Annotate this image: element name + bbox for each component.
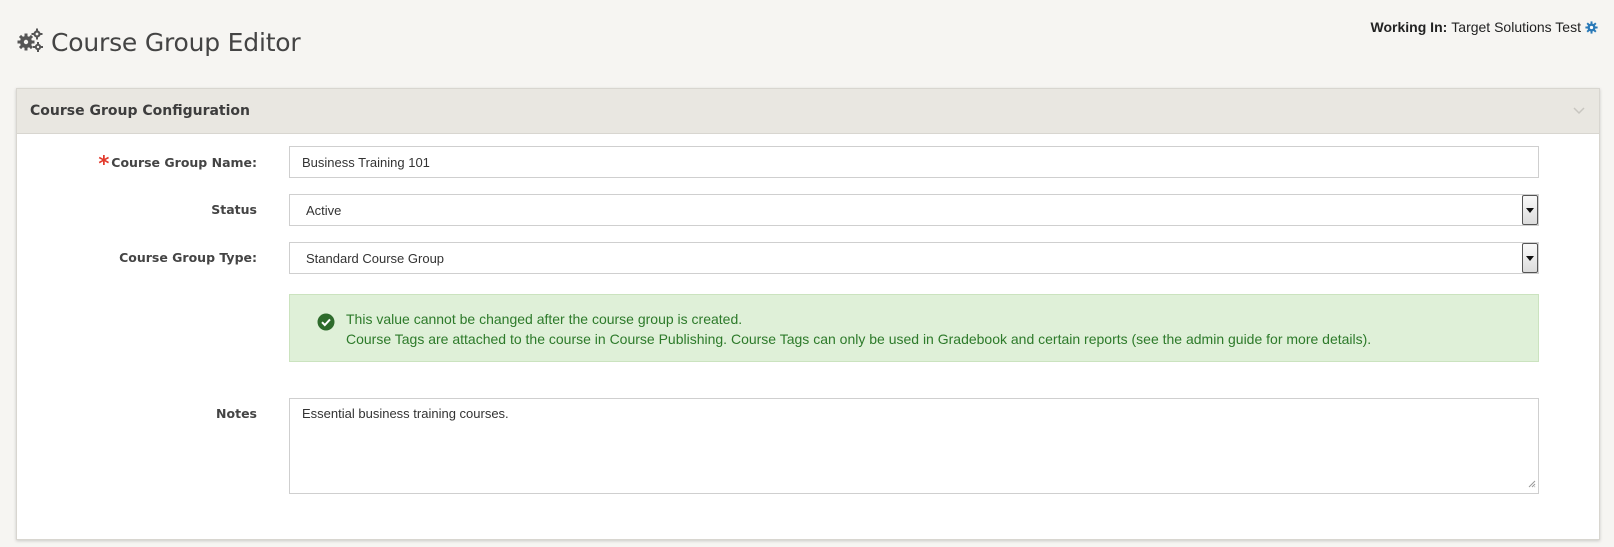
page-title: Course Group Editor [51,28,301,57]
notes-value: Essential business training courses. [302,406,509,421]
course-group-type-label: Course Group Type: [119,250,257,265]
alert-line-1: This value cannot be changed after the c… [346,311,743,327]
info-alert: This value cannot be changed after the c… [289,294,1539,362]
working-in: Working In: Target Solutions Test [1371,19,1598,35]
notes-label: Notes [216,406,257,421]
status-select[interactable]: Active [289,194,1539,226]
notes-textarea[interactable]: Essential business training courses. [289,398,1539,494]
status-value: Active [306,202,342,218]
dropdown-arrow-icon[interactable] [1522,243,1538,273]
working-in-label: Working In: [1370,19,1448,35]
panel-title: Course Group Configuration [30,103,250,119]
panel-header[interactable]: Course Group Configuration [17,89,1599,134]
course-group-name-value: Business Training 101 [302,154,430,170]
status-label: Status [211,202,257,217]
alert-line-2: Course Tags are attached to the course i… [346,331,1372,347]
course-group-name-input[interactable]: Business Training 101 [289,146,1539,178]
dropdown-arrow-icon[interactable] [1522,195,1538,225]
page-header: Course Group Editor [17,28,301,57]
check-circle-icon [317,313,335,334]
resize-grip-icon[interactable] [1528,476,1536,491]
gears-icon [17,28,43,57]
gear-icon[interactable] [1585,20,1598,34]
required-marker: * [98,152,110,176]
course-group-name-label: * Course Group Name: [98,152,257,176]
working-in-value: Target Solutions Test [1451,19,1581,35]
course-group-type-select[interactable]: Standard Course Group [289,242,1539,274]
chevron-down-icon[interactable] [1572,104,1586,118]
course-group-config-panel: Course Group Configuration * Course Group… [16,88,1600,540]
course-group-type-value: Standard Course Group [306,250,445,266]
